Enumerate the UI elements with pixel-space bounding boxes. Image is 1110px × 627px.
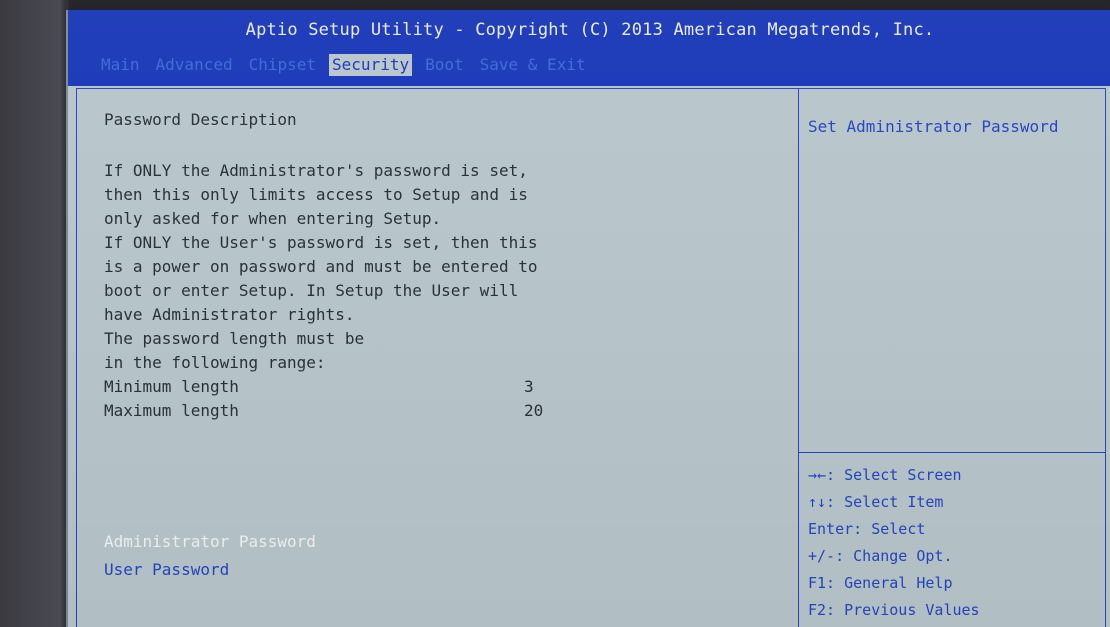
user-password-item[interactable]: User Password bbox=[104, 556, 316, 584]
administrator-password-item[interactable]: Administrator Password bbox=[104, 528, 316, 556]
password-menu: Administrator Password User Password bbox=[104, 528, 316, 584]
monitor-screen: Aptio Setup Utility - Copyright (C) 2013… bbox=[0, 0, 1110, 627]
maximum-length-row: Maximum length 20 bbox=[104, 399, 774, 423]
maximum-length-value: 20 bbox=[524, 401, 544, 420]
minimum-length-label: Minimum length bbox=[104, 377, 239, 396]
description-line: If ONLY the User's password is set, then… bbox=[104, 233, 538, 252]
window-title: Aptio Setup Utility - Copyright (C) 2013… bbox=[245, 20, 935, 40]
key-select-screen: →←: Select Screen bbox=[808, 466, 962, 484]
tab-boot[interactable]: Boot bbox=[422, 54, 467, 76]
description-line: boot or enter Setup. In Setup the User w… bbox=[104, 281, 519, 300]
key-change-option: +/-: Change Opt. bbox=[808, 547, 953, 565]
description-line: only asked for when entering Setup. bbox=[104, 209, 442, 228]
tab-chipset[interactable]: Chipset bbox=[246, 54, 319, 76]
key-previous-values: F2: Previous Values bbox=[808, 601, 980, 619]
bios-setup-window: Aptio Setup Utility - Copyright (C) 2013… bbox=[66, 10, 1110, 627]
key-general-help: F1: General Help bbox=[808, 574, 953, 592]
description-line: in the following range: bbox=[104, 353, 326, 372]
description-line: then this only limits access to Setup an… bbox=[104, 185, 528, 204]
tab-save-exit[interactable]: Save & Exit bbox=[477, 54, 589, 76]
tab-main[interactable]: Main bbox=[98, 54, 143, 76]
tab-advanced[interactable]: Advanced bbox=[153, 54, 236, 76]
key-legend: →←: Select Screen ↑↓: Select Item Enter:… bbox=[808, 462, 1098, 624]
help-text: Set Administrator Password bbox=[808, 117, 1059, 136]
panel-divider-vertical bbox=[798, 88, 799, 627]
tab-bar: Main Advanced Chipset Security Boot Save… bbox=[98, 54, 589, 76]
main-panel: Password Description If ONLY the Adminis… bbox=[104, 110, 774, 423]
tab-security[interactable]: Security bbox=[329, 54, 413, 76]
description-line: have Administrator rights. bbox=[104, 305, 355, 324]
maximum-length-label: Maximum length bbox=[104, 401, 239, 420]
minimum-length-value: 3 bbox=[524, 377, 534, 396]
description-line: If ONLY the Administrator's password is … bbox=[104, 161, 528, 180]
title-bar: Aptio Setup Utility - Copyright (C) 2013… bbox=[68, 10, 1110, 86]
section-title: Password Description bbox=[104, 110, 297, 129]
key-select-item: ↑↓: Select Item bbox=[808, 493, 944, 511]
key-enter-select: Enter: Select bbox=[808, 520, 926, 538]
panel-divider-horizontal bbox=[799, 452, 1106, 453]
description-line: The password length must be bbox=[104, 329, 365, 348]
description-line: is a power on password and must be enter… bbox=[104, 257, 538, 276]
minimum-length-row: Minimum length 3 bbox=[104, 375, 774, 399]
